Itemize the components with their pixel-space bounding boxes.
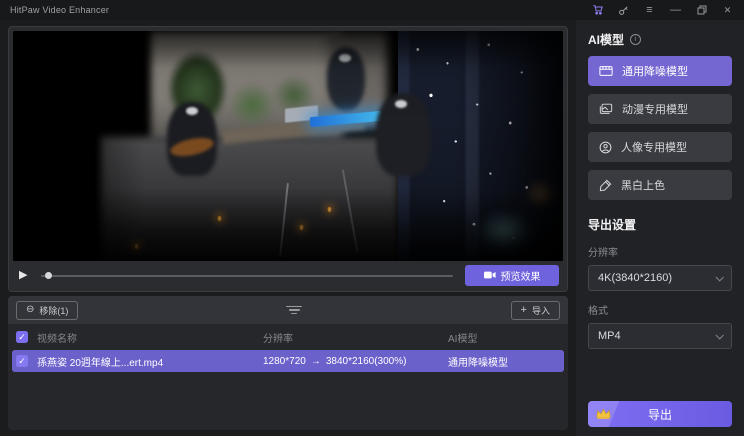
chevron-down-icon	[715, 273, 723, 281]
titlebar-icons: ≡ — ✕	[591, 4, 734, 17]
row-model: 通用降噪模型	[448, 354, 560, 369]
column-header-model: AI模型	[448, 330, 560, 345]
file-list-panel: ⊖ 移除(1) + 导入 ✓ 视频名称 分辨率 AI模型 ✓ 孫燕姿 20週年線…	[8, 296, 568, 430]
scene-vignette	[13, 31, 563, 261]
progress-slider[interactable]	[41, 270, 453, 280]
resolution-from: 1280*720	[263, 356, 306, 367]
video-preview-panel: ▶ 预览效果	[8, 26, 568, 292]
export-label: 导出	[648, 406, 672, 423]
chevron-down-icon	[715, 331, 723, 339]
export-settings-title: 导出设置	[588, 216, 732, 233]
model-button-colorize[interactable]: 黑白上色	[588, 170, 732, 200]
window-title: HitPaw Video Enhancer	[10, 5, 109, 15]
resolution-label: 分辨率	[588, 244, 732, 259]
video-frame	[13, 31, 563, 261]
minimize-icon[interactable]: —	[669, 4, 682, 17]
model-label: 人像专用模型	[621, 139, 687, 155]
ai-models-header: AI模型 i	[588, 31, 732, 48]
play-button[interactable]: ▶	[19, 270, 35, 281]
model-label: 通用降噪模型	[622, 63, 688, 79]
progress-track[interactable]	[41, 275, 453, 278]
model-label: 动漫专用模型	[622, 101, 688, 117]
resolution-dropdown[interactable]: 4K(3840*2160)	[588, 265, 732, 291]
format-label: 格式	[588, 302, 732, 317]
toolbar-spacer	[78, 303, 510, 318]
anime-picture-icon	[599, 103, 613, 115]
row-checkbox[interactable]: ✓	[16, 355, 28, 367]
cart-icon[interactable]	[591, 4, 604, 17]
table-row[interactable]: ✓ 孫燕姿 20週年線上...ert.mp4 1280*720 → 3840*216…	[12, 350, 564, 372]
select-all-checkbox[interactable]: ✓	[16, 331, 28, 343]
row-resolution: 1280*720 → 3840*2160(300%)	[263, 356, 448, 367]
ai-models-title: AI模型	[588, 31, 624, 48]
titlebar: HitPaw Video Enhancer ≡ — ✕	[0, 0, 744, 20]
plus-icon: +	[521, 305, 527, 316]
model-button-general-denoise[interactable]: 通用降噪模型	[588, 56, 732, 86]
file-list-toolbar: ⊖ 移除(1) + 导入	[8, 296, 568, 324]
remove-icon: ⊖	[26, 305, 34, 315]
preview-effect-button[interactable]: 预览效果	[465, 265, 559, 286]
format-dropdown[interactable]: MP4	[588, 323, 732, 349]
restore-icon[interactable]	[695, 4, 708, 17]
column-header-resolution: 分辨率	[263, 330, 448, 345]
model-button-anime[interactable]: 动漫专用模型	[588, 94, 732, 124]
export-button[interactable]: 导出	[588, 401, 732, 427]
row-filename: 孫燕姿 20週年線上...ert.mp4	[37, 354, 263, 369]
arrow-right-icon: →	[311, 356, 321, 367]
model-label: 黑白上色	[621, 177, 665, 193]
column-header-name: 视频名称	[37, 330, 263, 345]
resolution-to: 3840*2160(300%)	[326, 356, 407, 367]
sidebar: AI模型 i 通用降噪模型 动漫专用模型 人像专用模型 黑白上色 导出设置 分辨…	[576, 20, 744, 436]
preview-effect-label: 预览效果	[501, 268, 541, 283]
model-button-portrait[interactable]: 人像专用模型	[588, 132, 732, 162]
format-value: MP4	[598, 330, 621, 342]
film-frame-icon	[599, 65, 613, 77]
playback-controls: ▶ 预览效果	[19, 264, 559, 286]
progress-thumb[interactable]	[45, 272, 52, 279]
menu-icon[interactable]: ≡	[643, 4, 656, 17]
video-camera-icon	[484, 270, 496, 280]
table-header: ✓ 视频名称 分辨率 AI模型	[8, 324, 568, 350]
key-icon[interactable]	[617, 4, 630, 17]
paint-brush-icon	[599, 179, 612, 192]
import-button[interactable]: + 导入	[511, 301, 560, 320]
collapse-handle-icon[interactable]	[283, 303, 305, 318]
import-label: 导入	[532, 304, 550, 317]
info-icon[interactable]: i	[630, 34, 641, 45]
portrait-icon	[599, 141, 612, 154]
remove-button[interactable]: ⊖ 移除(1)	[16, 301, 78, 320]
crown-icon	[595, 407, 612, 420]
resolution-value: 4K(3840*2160)	[598, 272, 672, 284]
close-icon[interactable]: ✕	[721, 4, 734, 17]
remove-label: 移除(1)	[39, 304, 68, 317]
